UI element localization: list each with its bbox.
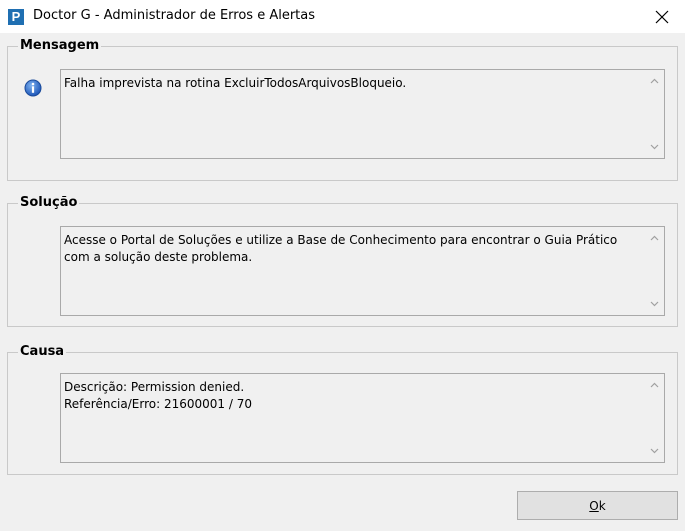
chevron-up-icon xyxy=(650,78,659,84)
causa-text: Descrição: Permission denied. Referência… xyxy=(64,380,252,411)
causa-scrollbar[interactable] xyxy=(645,374,664,462)
mensagem-scrollbar[interactable] xyxy=(645,70,664,158)
ok-button-mnemonic: O xyxy=(589,498,599,513)
mensagem-group: Mensagem Falha imprevista na rotina Excl… xyxy=(7,38,678,181)
close-button[interactable] xyxy=(639,0,685,33)
info-icon xyxy=(24,79,42,97)
causa-group: Causa Descrição: Permission denied. Refe… xyxy=(7,344,678,475)
mensagem-textbox[interactable]: Falha imprevista na rotina ExcluirTodosA… xyxy=(60,69,665,159)
chevron-down-icon xyxy=(650,144,659,150)
solucao-scrollbar[interactable] xyxy=(645,227,664,315)
scroll-down-button[interactable] xyxy=(645,138,664,156)
chevron-up-icon xyxy=(650,235,659,241)
chevron-down-icon xyxy=(650,301,659,307)
window-title: Doctor G - Administrador de Erros e Aler… xyxy=(33,8,316,23)
causa-label: Causa xyxy=(18,344,67,360)
ok-button-label: k xyxy=(598,498,606,513)
ok-button[interactable]: Ok xyxy=(517,491,678,520)
scroll-down-button[interactable] xyxy=(645,295,664,313)
app-icon: P xyxy=(8,9,24,25)
solucao-textbox[interactable]: Acesse o Portal de Soluções e utilize a … xyxy=(60,226,665,316)
scroll-up-button[interactable] xyxy=(645,229,664,247)
solucao-label: Solução xyxy=(18,195,80,211)
solucao-text: Acesse o Portal de Soluções e utilize a … xyxy=(64,233,622,264)
close-icon xyxy=(655,10,669,23)
title-bar: P Doctor G - Administrador de Erros e Al… xyxy=(0,0,685,33)
mensagem-text: Falha imprevista na rotina ExcluirTodosA… xyxy=(64,76,407,90)
solucao-group: Solução Acesse o Portal de Soluções e ut… xyxy=(7,195,678,327)
scroll-up-button[interactable] xyxy=(645,72,664,90)
scroll-up-button[interactable] xyxy=(645,376,664,394)
scroll-down-button[interactable] xyxy=(645,442,664,460)
causa-textbox[interactable]: Descrição: Permission denied. Referência… xyxy=(60,373,665,463)
mensagem-label: Mensagem xyxy=(18,38,102,54)
chevron-down-icon xyxy=(650,448,659,454)
chevron-up-icon xyxy=(650,382,659,388)
